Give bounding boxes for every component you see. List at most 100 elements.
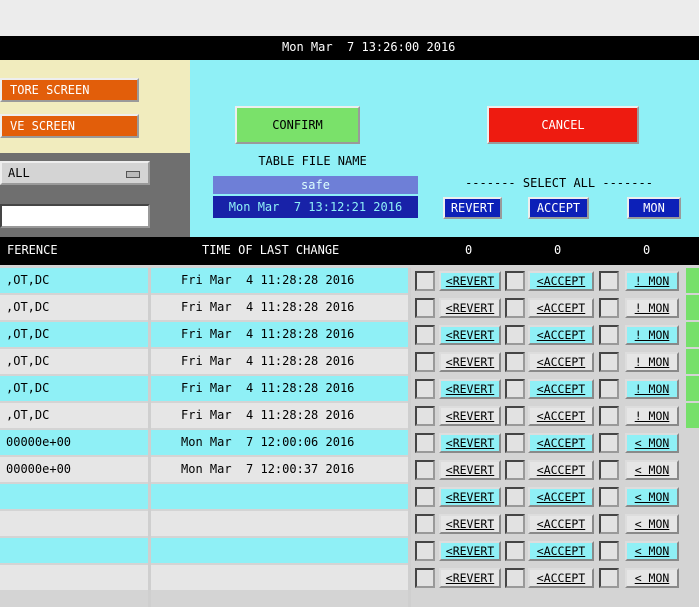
mon-toggle[interactable]: ! MON [625, 271, 679, 291]
dropdown-indicator-icon [126, 171, 140, 178]
accept-toggle[interactable]: <ACCEPT [528, 352, 594, 372]
accept-toggle-label: <ACCEPT [536, 436, 586, 450]
revert-toggle[interactable]: <REVERT [439, 568, 501, 588]
accept-toggle[interactable]: <ACCEPT [528, 514, 594, 534]
table-row: 00000e+00 Mon Mar 7 12:00:37 2016 <REVERT <… [0, 457, 699, 482]
revert-checkbox[interactable] [415, 541, 435, 561]
save-screen-button[interactable]: VE SCREEN [0, 114, 139, 138]
revert-checkbox[interactable] [415, 379, 435, 399]
revert-checkbox[interactable] [415, 514, 435, 534]
revert-checkbox[interactable] [415, 406, 435, 426]
accept-toggle[interactable]: <ACCEPT [528, 487, 594, 507]
revert-checkbox[interactable] [415, 487, 435, 507]
mon-checkbox[interactable] [599, 325, 619, 345]
filter-text-field[interactable] [0, 204, 150, 228]
revert-toggle[interactable]: <REVERT [439, 406, 501, 426]
revert-toggle-label: <REVERT [445, 274, 495, 288]
accept-checkbox[interactable] [505, 541, 525, 561]
mon-checkbox[interactable] [599, 433, 619, 453]
time-cell [151, 538, 408, 563]
filter-dropdown-value: ALL [8, 166, 30, 180]
revert-checkbox[interactable] [415, 352, 435, 372]
accept-checkbox[interactable] [505, 433, 525, 453]
accept-checkbox[interactable] [505, 514, 525, 534]
accept-checkbox[interactable] [505, 379, 525, 399]
mon-checkbox[interactable] [599, 298, 619, 318]
revert-toggle[interactable]: <REVERT [439, 541, 501, 561]
revert-checkbox[interactable] [415, 433, 435, 453]
mon-all-button[interactable]: MON [627, 197, 681, 219]
table-file-time-value: Mon Mar 7 13:12:21 2016 [228, 200, 403, 214]
accept-checkbox[interactable] [505, 298, 525, 318]
mon-checkbox[interactable] [599, 541, 619, 561]
mon-checkbox[interactable] [599, 271, 619, 291]
accept-toggle[interactable]: <ACCEPT [528, 460, 594, 480]
reference-cell: 00000e+00 [0, 457, 148, 482]
revert-checkbox[interactable] [415, 298, 435, 318]
mon-checkbox[interactable] [599, 406, 619, 426]
accept-checkbox[interactable] [505, 352, 525, 372]
mon-checkbox[interactable] [599, 379, 619, 399]
revert-toggle[interactable]: <REVERT [439, 325, 501, 345]
accept-toggle[interactable]: <ACCEPT [528, 379, 594, 399]
accept-toggle[interactable]: <ACCEPT [528, 325, 594, 345]
revert-checkbox[interactable] [415, 271, 435, 291]
accept-toggle[interactable]: <ACCEPT [528, 406, 594, 426]
accept-toggle[interactable]: <ACCEPT [528, 433, 594, 453]
mon-checkbox[interactable] [599, 352, 619, 372]
accept-toggle[interactable]: <ACCEPT [528, 271, 594, 291]
revert-toggle-label: <REVERT [445, 463, 495, 477]
mon-toggle[interactable]: < MON [625, 433, 679, 453]
revert-toggle-label: <REVERT [445, 571, 495, 585]
mon-checkbox[interactable] [599, 487, 619, 507]
revert-checkbox[interactable] [415, 568, 435, 588]
mon-checkbox[interactable] [599, 460, 619, 480]
revert-checkbox[interactable] [415, 460, 435, 480]
mon-toggle[interactable]: ! MON [625, 406, 679, 426]
mon-checkbox[interactable] [599, 568, 619, 588]
cancel-button[interactable]: CANCEL [487, 106, 639, 144]
revert-toggle[interactable]: <REVERT [439, 487, 501, 507]
revert-toggle[interactable]: <REVERT [439, 460, 501, 480]
mon-toggle[interactable]: < MON [625, 568, 679, 588]
accept-checkbox[interactable] [505, 325, 525, 345]
filter-dropdown[interactable]: ALL [0, 161, 150, 185]
accept-toggle-label: <ACCEPT [536, 355, 586, 369]
restore-screen-button[interactable]: TORE SCREEN [0, 78, 139, 102]
accept-checkbox[interactable] [505, 460, 525, 480]
accept-toggle[interactable]: <ACCEPT [528, 568, 594, 588]
mon-toggle[interactable]: < MON [625, 460, 679, 480]
mon-toggle[interactable]: ! MON [625, 352, 679, 372]
accept-checkbox[interactable] [505, 271, 525, 291]
reference-cell: 00000e+00 [0, 430, 148, 455]
mon-toggle[interactable]: ! MON [625, 298, 679, 318]
mon-toggle[interactable]: < MON [625, 541, 679, 561]
revert-toggle[interactable]: <REVERT [439, 514, 501, 534]
accept-all-button[interactable]: ACCEPT [528, 197, 589, 219]
revert-toggle[interactable]: <REVERT [439, 433, 501, 453]
revert-toggle[interactable]: <REVERT [439, 298, 501, 318]
mon-checkbox[interactable] [599, 514, 619, 534]
revert-toggle[interactable]: <REVERT [439, 379, 501, 399]
mon-toggle[interactable]: < MON [625, 514, 679, 534]
time-cell [151, 511, 408, 536]
accept-checkbox[interactable] [505, 568, 525, 588]
cancel-label: CANCEL [541, 118, 585, 132]
revert-checkbox[interactable] [415, 325, 435, 345]
mon-toggle[interactable]: < MON [625, 487, 679, 507]
accept-checkbox[interactable] [505, 406, 525, 426]
accept-checkbox[interactable] [505, 487, 525, 507]
accept-toggle[interactable]: <ACCEPT [528, 298, 594, 318]
mon-toggle[interactable]: ! MON [625, 325, 679, 345]
mon-toggle[interactable]: ! MON [625, 379, 679, 399]
table-file-name-field[interactable]: safe [213, 176, 418, 194]
confirm-button[interactable]: CONFIRM [235, 106, 360, 144]
table-body: ,OT,DC Fri Mar 4 11:28:28 2016 <REVERT <ACC… [0, 268, 699, 607]
revert-toggle[interactable]: <REVERT [439, 271, 501, 291]
accept-toggle-label: <ACCEPT [536, 382, 586, 396]
mon-toggle-label: ! MON [634, 382, 670, 396]
revert-all-button[interactable]: REVERT [443, 197, 502, 219]
accept-toggle[interactable]: <ACCEPT [528, 541, 594, 561]
revert-toggle[interactable]: <REVERT [439, 352, 501, 372]
header-count-mon: 0 [643, 243, 651, 257]
